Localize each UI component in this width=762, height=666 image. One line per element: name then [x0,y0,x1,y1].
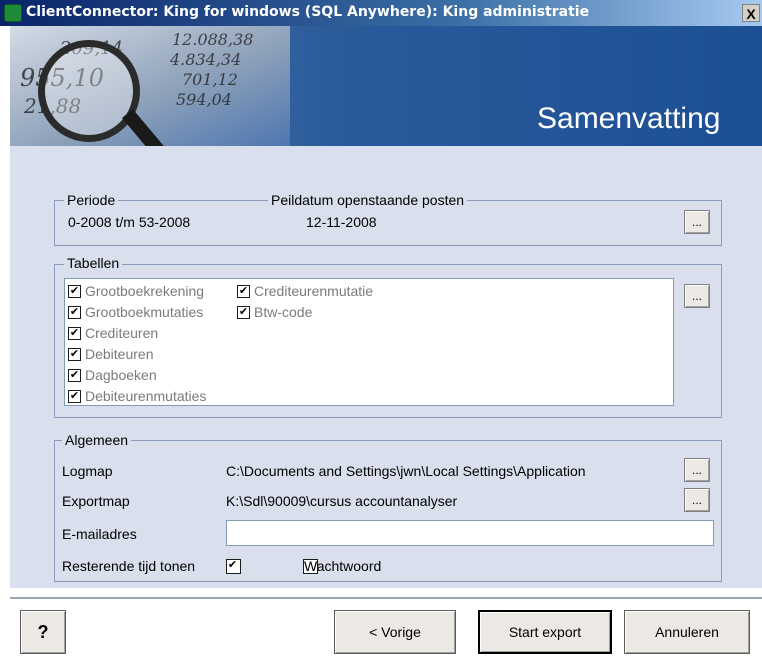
exportmap-label: Exportmap [62,493,130,509]
list-item[interactable]: Debiteurenmutaties [68,388,206,404]
back-button[interactable]: < Vorige [334,610,456,654]
list-item-label: Crediteuren [85,325,159,341]
checkbox-debiteurenmutaties[interactable] [68,390,81,403]
close-button[interactable]: X [742,4,760,22]
list-item[interactable]: Grootboekrekening [68,283,204,299]
list-item-label: Btw-code [254,304,313,320]
tabellen-legend: Tabellen [64,255,123,271]
list-item[interactable]: Crediteuren [68,325,158,341]
tabellen-list: Grootboekrekening Grootboekmutaties Cred… [64,278,674,406]
email-field[interactable] [226,520,714,546]
footer-separator [10,597,762,599]
checkbox-crediteurenmutatie[interactable] [237,285,250,298]
content-area: Periode Peildatum openstaande posten 0-2… [10,146,762,588]
magnifier-icon [38,40,140,142]
email-label: E-mailadres [62,526,137,542]
list-item[interactable]: Dagboeken [68,367,157,383]
page-title: Samenvatting [537,102,721,135]
algemeen-legend: Algemeen [62,432,132,448]
checkbox-dagboeken[interactable] [68,369,81,382]
ledger-number: 594,04 [176,90,232,109]
checkbox-debiteuren[interactable] [68,348,81,361]
list-item[interactable]: Btw-code [237,304,312,320]
logmap-value: C:\Documents and Settings\jwn\Local Sett… [226,463,586,479]
list-item-label: Debiteuren [85,346,154,362]
cancel-button[interactable]: Annuleren [624,610,750,654]
periode-legend: Periode [64,192,119,208]
window-title: ClientConnector: King for windows (SQL A… [26,4,590,20]
magnifier-handle [122,109,165,146]
title-bar: ClientConnector: King for windows (SQL A… [0,0,762,26]
exportmap-value: K:\Sdl\90009\cursus accountanalyser [226,493,458,509]
periode-browse-button[interactable]: ... [684,210,710,234]
ledger-number: 701,12 [182,70,238,89]
ledger-number: 4.834,34 [170,50,242,69]
list-item-label: Grootboekrekening [85,283,205,299]
app-icon [4,4,22,22]
start-export-button[interactable]: Start export [478,610,612,654]
list-item[interactable]: Debiteuren [68,346,154,362]
logmap-label: Logmap [62,463,113,479]
logmap-browse-button[interactable]: ... [684,458,710,482]
wachtwoord-label: Wachtwoord [304,558,382,574]
list-item-label: Grootboekmutaties [85,304,204,320]
ledger-number: 12.088,38 [172,30,254,49]
list-item-label: Crediteurenmutatie [254,283,374,299]
list-item-label: Debiteurenmutaties [85,388,207,404]
checkbox-btw-code[interactable] [237,306,250,319]
exportmap-browse-button[interactable]: ... [684,488,710,512]
checkbox-grootboekrekening[interactable] [68,285,81,298]
periode-value: 0-2008 t/m 53-2008 [68,214,191,230]
checkbox-crediteuren[interactable] [68,327,81,340]
ledger-magnifier-image: 12.088,38 4.834,34 701,12 594,04 955,10 … [10,26,290,146]
resterende-tijd-checkbox[interactable] [226,559,241,574]
resterende-tijd-label: Resterende tijd tonen [62,558,196,574]
help-button[interactable]: ? [20,610,66,654]
list-item-label: Dagboeken [85,367,157,383]
list-item[interactable]: Grootboekmutaties [68,304,203,320]
peildatum-label: Peildatum openstaande posten [268,192,468,208]
tabellen-browse-button[interactable]: ... [684,284,710,308]
peildatum-value: 12-11-2008 [306,214,377,230]
list-item[interactable]: Crediteurenmutatie [237,283,373,299]
header-banner: 12.088,38 4.834,34 701,12 594,04 955,10 … [10,26,762,146]
checkbox-grootboekmutaties[interactable] [68,306,81,319]
